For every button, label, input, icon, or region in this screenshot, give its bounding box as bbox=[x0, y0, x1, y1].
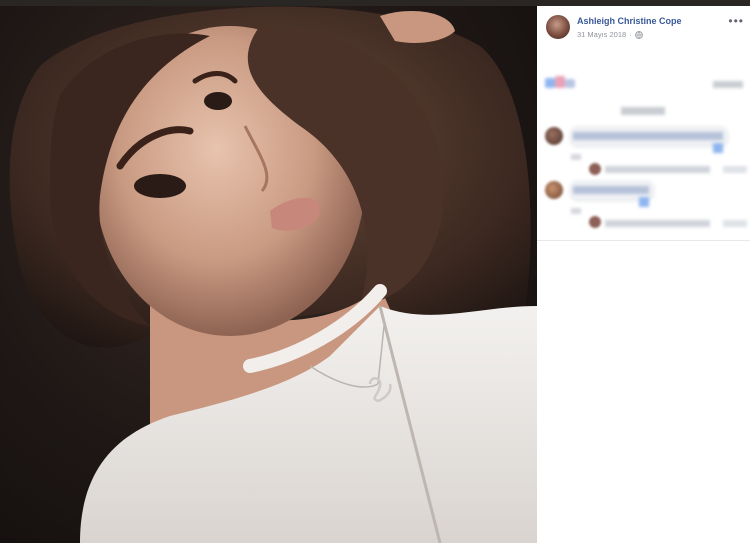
reply-avatar[interactable] bbox=[589, 163, 601, 175]
comment-reaction-badge[interactable] bbox=[639, 197, 649, 207]
comment-actions[interactable] bbox=[571, 154, 581, 160]
post-header: Ashleigh Christine Cope 31 Mayıs 2018 · … bbox=[537, 6, 750, 46]
reactions-row[interactable] bbox=[545, 76, 575, 90]
post-date[interactable]: 31 Mayıs 2018 bbox=[577, 30, 626, 39]
author-name[interactable]: Ashleigh Christine Cope bbox=[577, 16, 682, 26]
more-options-icon[interactable]: ••• bbox=[728, 14, 744, 28]
reply-time bbox=[723, 220, 747, 227]
comment-avatar[interactable] bbox=[545, 181, 563, 199]
comment-count[interactable] bbox=[713, 81, 743, 88]
reply-preview[interactable] bbox=[605, 220, 710, 227]
author-avatar[interactable] bbox=[546, 15, 570, 39]
comment-bubble bbox=[569, 126, 729, 148]
post-meta: 31 Mayıs 2018 · bbox=[577, 30, 643, 39]
reply-time bbox=[723, 166, 747, 173]
post-photo[interactable] bbox=[0, 6, 537, 543]
globe-icon bbox=[634, 30, 643, 39]
photo-illustration bbox=[9, 6, 537, 543]
post-panel: Ashleigh Christine Cope 31 Mayıs 2018 · … bbox=[537, 6, 750, 543]
view-comments-link[interactable] bbox=[621, 107, 665, 115]
comment-actions[interactable] bbox=[571, 208, 581, 214]
comment-reaction-badge[interactable] bbox=[713, 143, 723, 153]
reply-avatar[interactable] bbox=[589, 216, 601, 228]
comment-avatar[interactable] bbox=[545, 127, 563, 145]
divider bbox=[537, 240, 750, 241]
dot-separator: · bbox=[629, 30, 632, 39]
reply-preview[interactable] bbox=[605, 166, 710, 173]
